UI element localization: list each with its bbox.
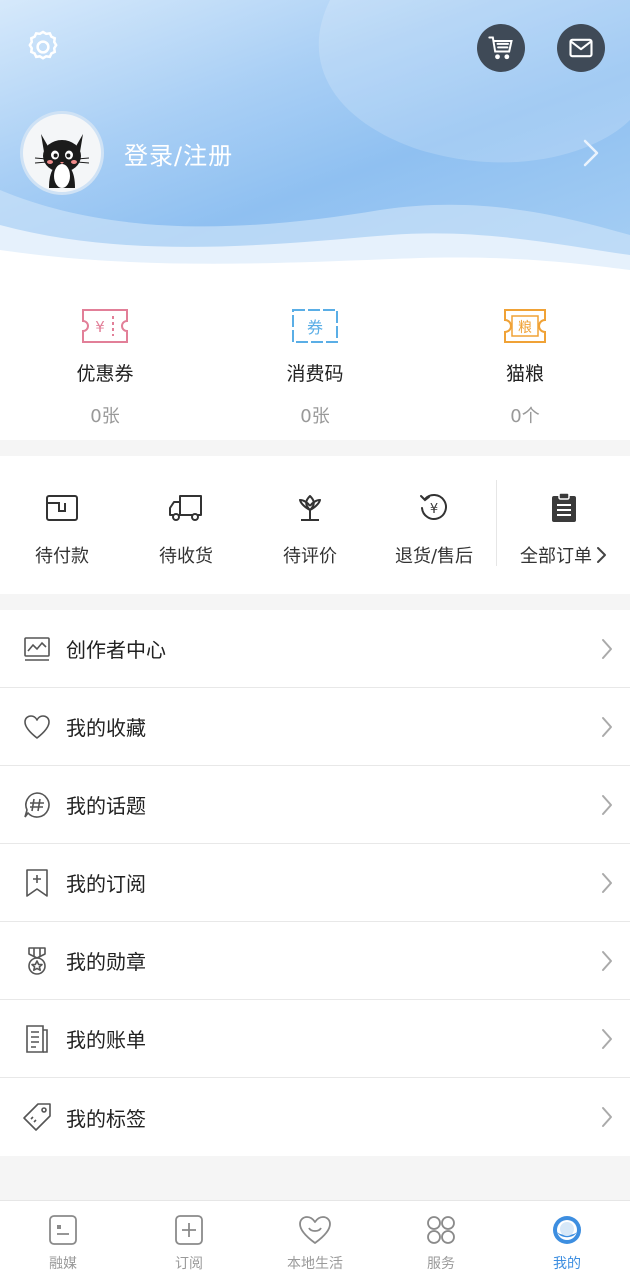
asset-label: 消费码 [286,363,344,385]
tab-local-life[interactable]: 本地生活 [252,1201,378,1280]
catfood-icon: 粮 [504,309,546,343]
cart-button[interactable] [477,24,525,72]
svg-text:粮: 粮 [518,320,532,336]
services-icon [427,1216,455,1244]
menu-label: 我的勋章 [66,950,146,974]
chart-icon [24,636,50,661]
mail-icon [569,38,593,58]
chevron-right-icon [602,951,612,971]
tab-subscribe[interactable]: 订阅 [126,1201,252,1280]
order-label: 待收货 [159,546,213,567]
heart-icon [24,714,50,739]
tab-services[interactable]: 服务 [378,1201,504,1280]
menu-item-creator-center[interactable]: 创作者中心 [0,610,630,688]
hashtag-icon [24,791,50,818]
asset-value: 0张 [90,406,120,427]
coupon-item[interactable]: ¥ 优惠券 0张 [0,275,210,440]
catfood-item[interactable]: 粮 猫粮 0个 [420,275,630,440]
tag-icon [23,1103,51,1131]
chevron-right-icon [602,717,612,737]
order-label: 退货/售后 [394,546,474,567]
assets-row: ¥ 优惠券 0张 券 消费码 0张 粮 猫粮 0个 [0,275,630,440]
chevron-right-icon [583,139,599,167]
coupon-icon: ¥ [82,309,128,343]
voucher-icon: 券 [292,309,338,343]
order-pending-review[interactable]: 待评价 [248,456,372,594]
message-button[interactable] [557,24,605,72]
chevron-right-icon [602,795,612,815]
menu-item-medals[interactable]: 我的勋章 [0,922,630,1000]
tab-label: 融媒 [49,1256,77,1272]
menu-item-favorites[interactable]: 我的收藏 [0,688,630,766]
order-label: 待评价 [283,546,337,567]
menu-label: 我的话题 [66,794,146,818]
voucher-code-item[interactable]: 券 消费码 0张 [210,275,420,440]
medal-icon [28,946,46,975]
tab-label: 服务 [427,1256,455,1272]
settings-menu-list: 创作者中心 我的收藏 我的话题 我的订阅 我的勋章 我的账单 我的标签 [0,610,630,1156]
asset-value: 0个 [510,406,540,427]
svg-text:¥: ¥ [95,318,105,336]
avatar[interactable] [20,111,104,195]
tab-label: 我的 [553,1256,581,1272]
truck-icon [169,495,202,521]
local-life-icon [299,1216,331,1244]
login-register-row[interactable]: 登录/注册 [20,110,610,196]
all-orders-button[interactable]: 全部订单 [497,456,630,594]
profile-header: 登录/注册 [0,0,630,275]
menu-label: 我的账单 [66,1028,146,1052]
menu-label: 我的收藏 [66,716,146,740]
cat-avatar-icon [34,134,90,188]
settings-button[interactable] [22,26,64,68]
order-pending-receipt[interactable]: 待收货 [124,456,248,594]
asset-label: 优惠券 [76,363,134,385]
chevron-right-icon [602,639,612,659]
menu-item-tags[interactable]: 我的标签 [0,1078,630,1156]
menu-label: 我的订阅 [66,872,146,896]
bottom-tab-bar: 融媒 订阅 本地生活 服务 我的 [0,1200,630,1280]
login-register-link[interactable]: 登录/注册 [124,136,233,171]
tab-profile[interactable]: 我的 [504,1201,630,1280]
profile-icon [553,1216,581,1244]
tab-media[interactable]: 融媒 [0,1201,126,1280]
refund-icon: ¥ [420,494,447,520]
order-label: 待付款 [35,546,89,567]
tab-label: 订阅 [175,1256,203,1272]
menu-item-subscriptions[interactable]: 我的订阅 [0,844,630,922]
order-refund-aftersale[interactable]: ¥ 退货/售后 [372,456,496,594]
subscribe-icon [175,1215,203,1245]
cart-icon [488,36,513,60]
order-pending-payment[interactable]: 待付款 [0,456,124,594]
chevron-right-icon [597,547,606,563]
media-icon [49,1215,77,1245]
menu-item-bills[interactable]: 我的账单 [0,1000,630,1078]
menu-item-topics[interactable]: 我的话题 [0,766,630,844]
asset-label: 猫粮 [505,363,544,385]
bookmark-icon [26,868,48,897]
svg-text:券: 券 [307,318,323,337]
asset-value: 0张 [300,406,330,427]
tab-label: 本地生活 [287,1256,343,1272]
menu-label: 创作者中心 [66,638,166,662]
chevron-right-icon [602,1029,612,1049]
all-orders-label: 全部订单 [520,546,592,567]
orders-row: 待付款 待收货 待评价 ¥ 退货/售后 全部订单 [0,456,630,594]
wallet-icon [46,495,78,521]
clipboard-icon [551,492,576,522]
flower-icon [299,495,321,521]
bill-icon [26,1024,48,1053]
gear-icon [28,30,58,60]
chevron-right-icon [602,1107,612,1127]
menu-label: 我的标签 [66,1106,146,1131]
chevron-right-icon [602,873,612,893]
svg-text:¥: ¥ [430,502,438,517]
